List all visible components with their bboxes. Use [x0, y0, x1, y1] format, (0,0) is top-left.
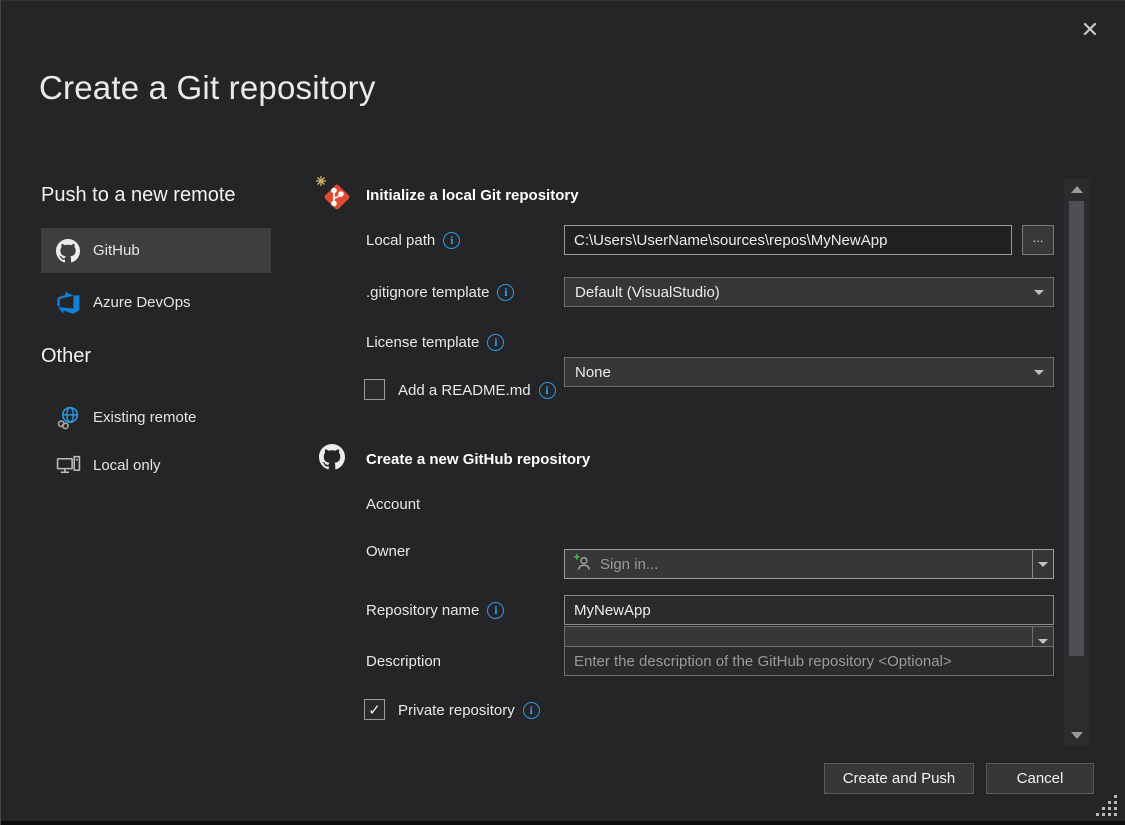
- license-template-label: License template i: [366, 327, 504, 357]
- local-path-input[interactable]: [564, 225, 1012, 255]
- create-and-push-button[interactable]: Create and Push: [824, 763, 974, 794]
- private-repository-checkbox[interactable]: ✓: [364, 699, 385, 720]
- private-repository-label: Private repository i: [398, 699, 540, 721]
- browse-button[interactable]: ...: [1022, 225, 1054, 255]
- azure-devops-icon: [55, 289, 81, 315]
- license-template-dropdown[interactable]: None: [564, 357, 1054, 387]
- chevron-down-icon: [1038, 639, 1048, 644]
- info-icon[interactable]: i: [497, 284, 514, 301]
- sidebar-heading-push-remote: Push to a new remote: [41, 184, 236, 207]
- sidebar-item-existing-remote[interactable]: Existing remote: [41, 397, 271, 437]
- description-label: Description: [366, 646, 441, 676]
- info-icon[interactable]: i: [539, 382, 556, 399]
- github-section-icon: [319, 444, 345, 475]
- section-title-initialize-local: Initialize a local Git repository: [366, 187, 579, 204]
- scroll-down-icon[interactable]: [1071, 732, 1083, 739]
- resize-grip[interactable]: [1095, 794, 1119, 823]
- readme-label: Add a README.md i: [398, 379, 556, 401]
- chevron-down-icon: [1034, 370, 1044, 375]
- github-icon: [55, 238, 81, 264]
- dialog-title: Create a Git repository: [39, 69, 376, 107]
- scroll-up-icon[interactable]: [1071, 186, 1083, 193]
- sidebar-item-azure-devops[interactable]: Azure DevOps: [41, 283, 271, 321]
- cancel-button[interactable]: Cancel: [986, 763, 1094, 794]
- info-icon[interactable]: i: [487, 602, 504, 619]
- sidebar-item-github[interactable]: GitHub: [41, 228, 271, 273]
- description-input[interactable]: [564, 646, 1054, 676]
- sidebar-item-local-only[interactable]: Local only: [41, 445, 271, 485]
- readme-checkbox[interactable]: [364, 379, 385, 400]
- sidebar-item-label: GitHub: [93, 242, 140, 259]
- owner-label: Owner: [366, 536, 410, 566]
- info-icon[interactable]: i: [487, 334, 504, 351]
- account-label: Account: [366, 489, 420, 519]
- info-icon[interactable]: i: [523, 702, 540, 719]
- sidebar-item-label: Azure DevOps: [93, 294, 191, 311]
- vertical-scrollbar[interactable]: [1064, 179, 1089, 746]
- sidebar-heading-other: Other: [41, 345, 91, 368]
- git-new-repo-icon: [315, 175, 355, 215]
- sidebar-item-label: Existing remote: [93, 409, 196, 426]
- sign-in-user-icon: [573, 553, 592, 576]
- section-title-create-github: Create a new GitHub repository: [366, 451, 590, 468]
- close-button[interactable]: ✕: [1073, 13, 1107, 47]
- local-path-label: Local path i: [366, 225, 460, 255]
- gitignore-template-dropdown[interactable]: Default (VisualStudio): [564, 277, 1054, 307]
- chevron-down-icon: [1034, 290, 1044, 295]
- account-dropdown[interactable]: Sign in...: [564, 549, 1054, 579]
- repository-name-label: Repository name i: [366, 595, 504, 625]
- check-icon: ✓: [368, 701, 381, 719]
- window-bottom-edge: [1, 821, 1125, 825]
- gitignore-template-label: .gitignore template i: [366, 277, 514, 307]
- globe-link-icon: [55, 404, 81, 430]
- info-icon[interactable]: i: [443, 232, 460, 249]
- sidebar-item-label: Local only: [93, 457, 161, 474]
- close-icon: ✕: [1081, 17, 1099, 43]
- create-git-repository-dialog: ✕ Create a Git repository Push to a new …: [0, 0, 1125, 825]
- repository-name-input[interactable]: [564, 595, 1054, 625]
- scrollbar-thumb[interactable]: [1069, 201, 1084, 656]
- chevron-down-icon: [1038, 562, 1048, 567]
- computer-icon: [55, 452, 81, 478]
